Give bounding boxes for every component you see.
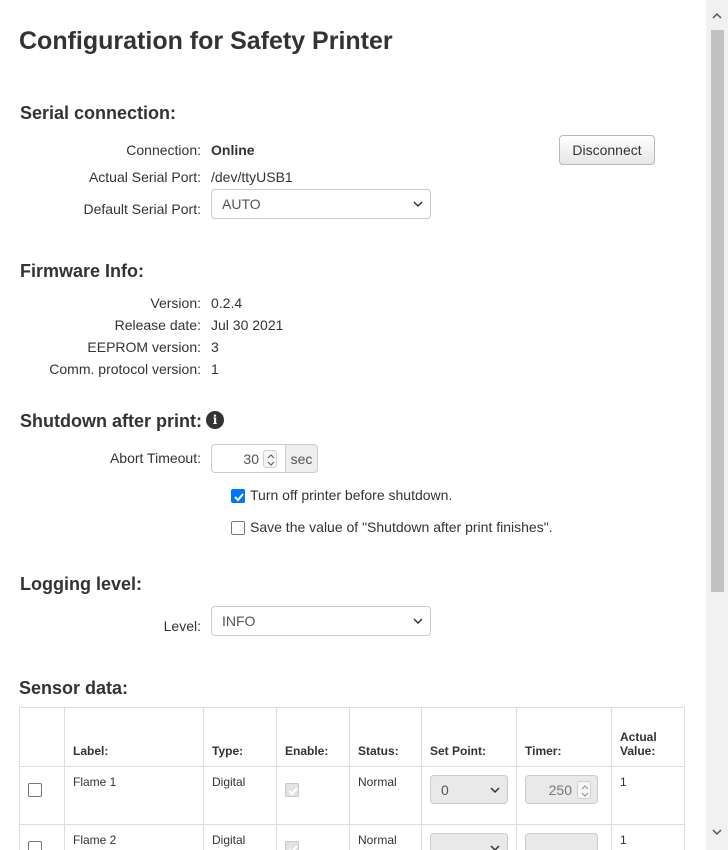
set-point-cell <box>421 824 517 850</box>
actual-port-value: /dev/ttyUSB1 <box>211 169 293 185</box>
sensor-label: Flame 2 <box>64 824 204 850</box>
sensor-status: Normal <box>349 766 422 825</box>
fw-release-label: Release date: <box>114 317 201 333</box>
page-title: Configuration for Safety Printer <box>19 27 393 55</box>
sensor-enable-checkbox <box>285 841 299 850</box>
timer-input[interactable]: 250 <box>525 775 598 804</box>
chevron-down-icon <box>413 618 423 625</box>
fw-eeprom-value: 3 <box>211 339 219 355</box>
timer-cell <box>516 824 612 850</box>
row-select-cell <box>19 766 65 825</box>
checkmark-icon <box>288 787 298 796</box>
actual-port-label: Actual Serial Port: <box>88 169 201 185</box>
chevron-down-icon <box>490 787 500 794</box>
default-port-value: AUTO <box>222 196 261 212</box>
scrollbar-thumb[interactable] <box>711 30 724 592</box>
vertical-scrollbar[interactable] <box>706 0 728 850</box>
fw-protocol-value: 1 <box>211 361 219 377</box>
connection-status: Online <box>211 142 255 158</box>
logging-level-value: INFO <box>222 613 256 629</box>
save-shutdown-label: Save the value of "Shutdown after print … <box>250 519 553 535</box>
fw-release-value: Jul 30 2021 <box>211 317 284 333</box>
logging-heading: Logging level: <box>20 574 143 594</box>
default-port-select[interactable]: AUTO <box>211 189 431 219</box>
fw-protocol-label: Comm. protocol version: <box>49 361 201 377</box>
row-select-cell <box>19 824 65 850</box>
checkmark-icon <box>288 845 298 850</box>
select-column-header <box>19 707 65 767</box>
abort-timeout-label: Abort Timeout: <box>109 450 201 466</box>
shutdown-heading: Shutdown after print: <box>20 411 202 431</box>
timer-input[interactable] <box>525 833 598 850</box>
fw-version-label: Version: <box>150 295 201 311</box>
turn-off-checkbox[interactable] <box>231 489 245 503</box>
sensor-table: Label: Type: Enable: Status: Set Point: … <box>19 707 685 850</box>
save-shutdown-checkbox[interactable] <box>231 521 245 535</box>
config-page: Configuration for Safety Printer Serial … <box>0 0 706 850</box>
fw-eeprom-label: EEPROM version: <box>87 339 201 355</box>
checkmark-icon <box>234 493 244 502</box>
set-point-value: 0 <box>441 782 449 798</box>
timer-value: 250 <box>548 782 572 798</box>
column-header: Actual Value: <box>611 707 685 767</box>
sensor-label: Flame 1 <box>64 766 204 825</box>
actual-value: 1 <box>611 824 685 850</box>
spinner-icon[interactable] <box>577 781 591 799</box>
row-select-checkbox[interactable] <box>28 841 42 850</box>
info-icon[interactable]: i <box>206 411 224 429</box>
firmware-heading: Firmware Info: <box>20 261 145 281</box>
scroll-down-icon[interactable] <box>712 828 722 838</box>
abort-timeout-unit: sec <box>285 444 318 473</box>
table-row: Flame 1 Digital Normal 0 250 1 <box>19 766 685 825</box>
disconnect-button[interactable]: Disconnect <box>559 135 655 165</box>
level-label: Level: <box>163 618 201 634</box>
sensor-enable-cell <box>276 766 350 825</box>
table-row: Flame 2 Digital Normal 1 <box>19 824 685 850</box>
serial-heading: Serial connection: <box>20 103 177 123</box>
sensors-heading: Sensor data: <box>19 678 129 698</box>
logging-level-select[interactable]: INFO <box>211 606 431 636</box>
sensor-enable-checkbox <box>285 783 299 797</box>
column-header: Status: <box>349 707 422 767</box>
set-point-cell: 0 <box>421 766 517 825</box>
chevron-down-icon <box>413 201 423 208</box>
column-header: Label: <box>64 707 204 767</box>
connection-label: Connection: <box>126 142 201 158</box>
scroll-up-icon[interactable] <box>712 12 722 22</box>
sensor-table-header: Label: Type: Enable: Status: Set Point: … <box>19 707 685 767</box>
column-header: Set Point: <box>421 707 517 767</box>
chevron-down-icon <box>490 845 500 850</box>
set-point-select[interactable] <box>430 833 508 850</box>
set-point-select[interactable]: 0 <box>430 775 508 804</box>
column-header: Timer: <box>516 707 612 767</box>
sensor-type: Digital <box>203 824 277 850</box>
turn-off-label: Turn off printer before shutdown. <box>250 487 453 503</box>
row-select-checkbox[interactable] <box>28 783 42 797</box>
default-port-label: Default Serial Port: <box>83 201 202 217</box>
spinner-icon[interactable] <box>263 450 277 468</box>
column-header: Type: <box>203 707 277 767</box>
actual-value: 1 <box>611 766 685 825</box>
sensor-type: Digital <box>203 766 277 825</box>
abort-timeout-input[interactable]: 30 <box>211 444 286 473</box>
sensor-status: Normal <box>349 824 422 850</box>
timer-cell: 250 <box>516 766 612 825</box>
abort-timeout-value: 30 <box>243 451 259 467</box>
sensor-enable-cell <box>276 824 350 850</box>
fw-version-value: 0.2.4 <box>211 295 243 311</box>
column-header: Enable: <box>276 707 350 767</box>
